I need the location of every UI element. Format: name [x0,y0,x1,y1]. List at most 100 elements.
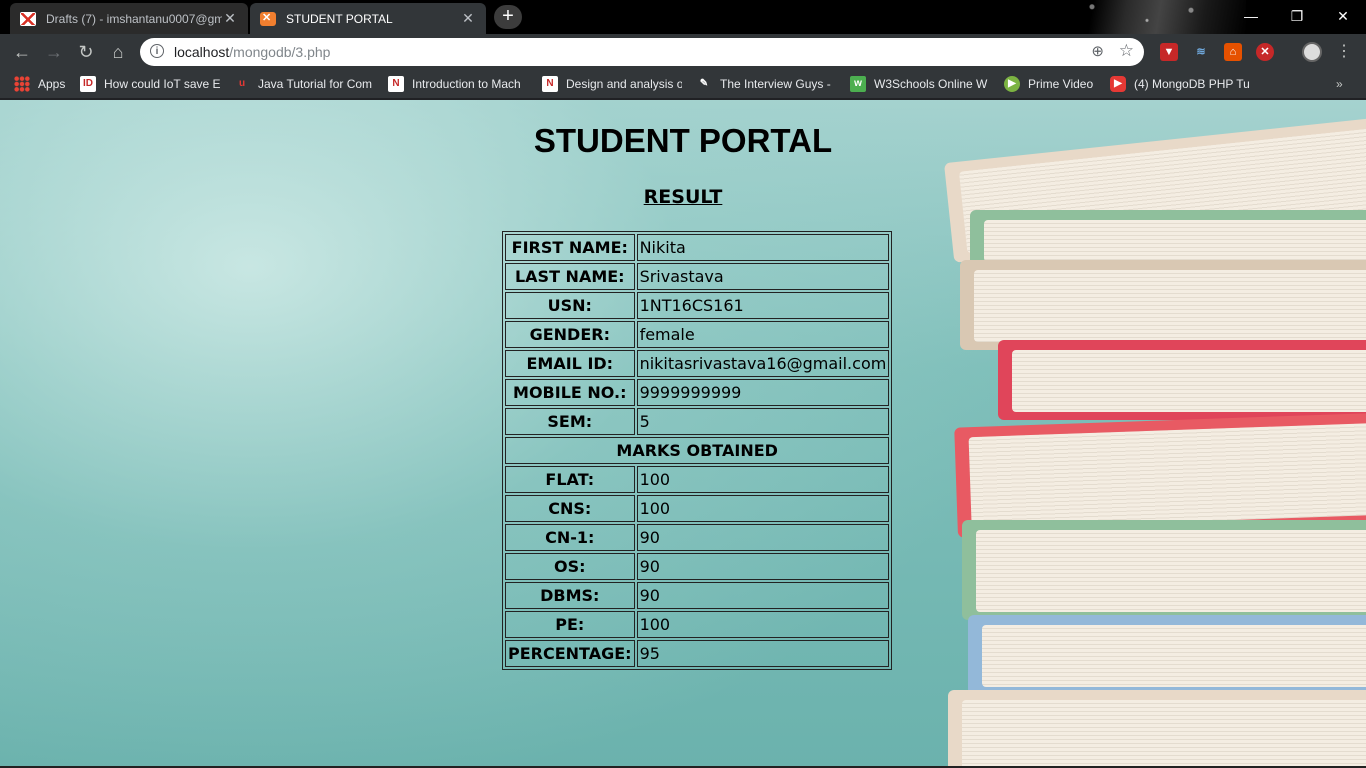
restore-button[interactable]: ❐ [1274,4,1320,28]
forward-button[interactable]: → [42,40,66,64]
bookmark-item[interactable]: N Introduction to Mach [388,76,528,92]
table-row: CNS: 100 [505,495,890,522]
table-row: DBMS: 90 [505,582,890,609]
table-row: MOBILE NO.: 9999999999 [505,379,890,406]
result-heading: RESULT [643,186,723,208]
udemy-icon: u [238,78,246,89]
subject-marks: 100 [636,611,890,638]
table-row: MARKS OBTAINED [505,437,890,464]
back-button[interactable]: ← [10,40,34,64]
minimize-button[interactable]: — [1228,4,1274,28]
profile-avatar[interactable] [1302,42,1322,62]
close-icon[interactable]: ✕ [222,10,238,27]
address-bar[interactable]: i localhost/mongodb/3.php ⊕ ☆ [140,38,1144,66]
new-tab-button[interactable]: + [494,5,522,29]
result-table: FIRST NAME: Nikita LAST NAME: Srivastava… [502,231,893,670]
bookmark-label: The Interview Guys - [720,77,831,91]
info-icon[interactable]: i [150,44,164,58]
tab-title: Drafts (7) - imshantanu0007@gm [46,11,222,26]
subject-label: CN-1: [505,524,635,551]
field-label: FIRST NAME: [505,234,635,261]
table-row: PE: 100 [505,611,890,638]
bookmark-item[interactable]: ID How could IoT save E [80,76,220,92]
id-icon: ID [80,76,96,92]
close-window-button[interactable]: ✕ [1320,4,1366,28]
n-icon: N [388,76,404,92]
bookmarks-bar: Apps ID How could IoT save E u Java Tuto… [0,70,1366,98]
field-label: SEM: [505,408,635,435]
percentage-value: 95 [636,640,890,667]
subject-marks: 100 [636,466,890,493]
subject-marks: 90 [636,582,890,609]
field-label: GENDER: [505,321,635,348]
bookmark-label: W3Schools Online W [874,77,988,91]
xampp-icon [260,11,276,26]
bookmark-label: Apps [38,77,66,91]
url-path: /mongodb/3.php [229,44,331,60]
zoom-icon[interactable]: ⊕ [1091,42,1104,60]
field-label: EMAIL ID: [505,350,635,377]
table-row: OS: 90 [505,553,890,580]
reload-button[interactable]: ↻ [74,40,98,64]
n-icon: N [542,76,558,92]
bookmark-item[interactable]: u Java Tutorial for Com [234,76,374,92]
table-row: LAST NAME: Srivastava [505,263,890,290]
field-label: MOBILE NO.: [505,379,635,406]
bookmarks-overflow-button[interactable]: » [1336,76,1343,92]
menu-kebab-icon[interactable]: ⋮ [1336,42,1352,62]
field-label: USN: [505,292,635,319]
url-text[interactable]: localhost/mongodb/3.php [174,44,330,60]
subject-marks: 100 [636,495,890,522]
field-label: LAST NAME: [505,263,635,290]
theme-decoration [1026,0,1246,34]
bookmark-label: How could IoT save E [104,77,220,91]
bookmark-item[interactable]: ✎ The Interview Guys - [696,76,834,92]
subject-marks: 90 [636,524,890,551]
subject-label: FLAT: [505,466,635,493]
field-value: 5 [636,408,890,435]
url-host: localhost [174,44,230,60]
bookmark-item[interactable]: w W3Schools Online W [850,76,990,92]
bookmark-star-icon[interactable]: ☆ [1119,41,1134,61]
w3schools-icon: w [850,76,866,92]
pocket-extension-icon[interactable]: ▼ [1160,43,1178,61]
marks-header: MARKS OBTAINED [505,437,890,464]
field-value: female [636,321,890,348]
tab-student-portal[interactable]: STUDENT PORTAL ✕ [250,3,486,34]
home-button[interactable]: ⌂ [106,40,130,64]
youtube-icon: ▶ [1110,76,1126,92]
tab-gmail-drafts[interactable]: Drafts (7) - imshantanu0007@gm ✕ [10,3,248,34]
field-value: 1NT16CS161 [636,292,890,319]
bookmark-apps[interactable]: Apps [14,76,65,92]
table-row: EMAIL ID: nikitasrivastava16@gmail.com [505,350,890,377]
field-value: Srivastava [636,263,890,290]
interview-guys-icon: ✎ [699,78,709,89]
page-viewport: STUDENT PORTAL RESULT FIRST NAME: Nikita… [0,100,1366,768]
table-row: SEM: 5 [505,408,890,435]
table-row: USN: 1NT16CS161 [505,292,890,319]
bookmark-item[interactable]: N Design and analysis o [542,76,682,92]
table-row: FLAT: 100 [505,466,890,493]
table-row: FIRST NAME: Nikita [505,234,890,261]
browser-toolbar: ← → ↻ ⌂ i localhost/mongodb/3.php ⊕ ☆ ▼ … [0,34,1366,70]
close-icon[interactable]: ✕ [460,10,476,27]
field-value: nikitasrivastava16@gmail.com [636,350,890,377]
bookmark-label: (4) MongoDB PHP Tu [1134,77,1250,91]
extension-icon[interactable]: ≋ [1192,43,1210,61]
subject-marks: 90 [636,553,890,580]
gmail-icon [20,11,36,26]
play-icon: ▶ [1004,76,1020,92]
block-extension-icon[interactable]: ✕ [1256,43,1274,61]
lock-extension-icon[interactable]: ⌂ [1224,43,1242,61]
chevron-right-icon: » [1336,77,1343,91]
bookmark-item[interactable]: ▶ (4) MongoDB PHP Tu [1110,76,1250,92]
field-value: Nikita [636,234,890,261]
page-title: STUDENT PORTAL [533,122,833,159]
bookmark-item[interactable]: ▶ Prime Video [1004,76,1104,92]
subject-label: PE: [505,611,635,638]
tab-title: STUDENT PORTAL [286,11,393,26]
subject-label: OS: [505,553,635,580]
table-row: PERCENTAGE: 95 [505,640,890,667]
percentage-label: PERCENTAGE: [505,640,635,667]
bookmark-label: Introduction to Mach [412,77,521,91]
